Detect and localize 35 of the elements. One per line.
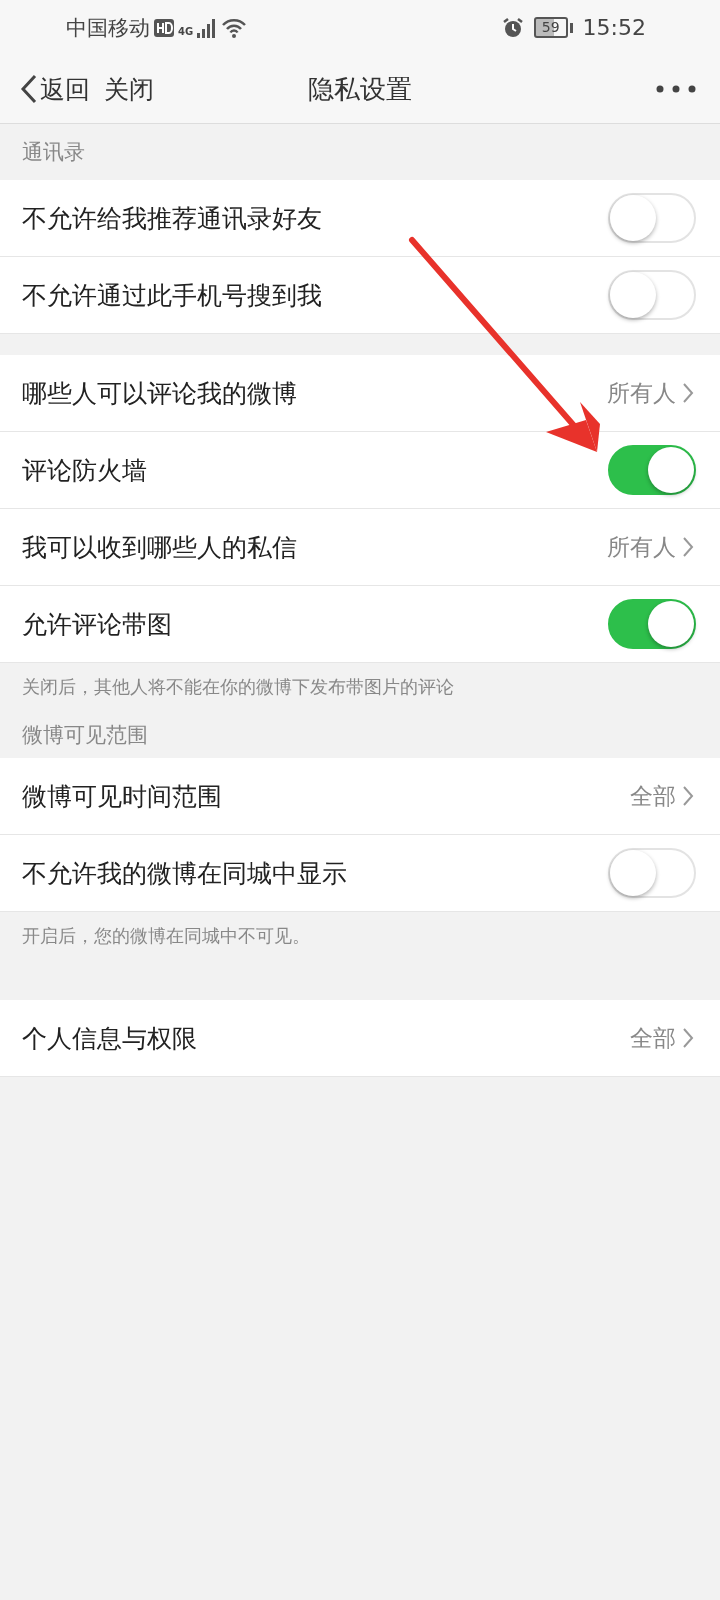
- setting-value[interactable]: 全部: [630, 1022, 694, 1054]
- back-button[interactable]: 返回: [20, 72, 90, 106]
- setting-value[interactable]: 所有人: [607, 531, 694, 563]
- chevron-icon: [682, 536, 694, 558]
- more-icon[interactable]: [656, 85, 696, 93]
- section-note: 关闭后，其他人将不能在你的微博下发布带图片的评论: [22, 675, 454, 699]
- setting-label: 不允许通过此手机号搜到我: [22, 279, 323, 312]
- setting-label: 不允许给我推荐通讯录好友: [22, 202, 323, 235]
- close-button[interactable]: 关闭: [104, 72, 154, 106]
- carrier-name: 中国移动: [66, 14, 150, 42]
- page-title: 隐私设置: [308, 72, 412, 106]
- toggle-switch[interactable]: [608, 599, 696, 649]
- setting-label: 评论防火墙: [22, 454, 148, 487]
- setting-label: 哪些人可以评论我的微博: [22, 377, 298, 410]
- setting-value[interactable]: 所有人: [607, 377, 694, 409]
- section-header: 通讯录: [22, 139, 85, 166]
- section-note: 开启后，您的微博在同城中不可见。: [22, 924, 310, 948]
- network-type: 4G: [178, 25, 194, 37]
- setting-value[interactable]: 全部: [630, 780, 694, 812]
- hd-icon: [154, 18, 174, 37]
- chevron-icon: [682, 1027, 694, 1049]
- setting-label: 我可以收到哪些人的私信: [22, 531, 298, 564]
- signal-icon: [197, 17, 218, 38]
- section-header: 微博可见范围: [22, 721, 148, 749]
- back-chevron-icon: [20, 74, 38, 104]
- setting-label: 允许评论带图: [22, 608, 173, 641]
- alarm-icon: [501, 16, 524, 39]
- setting-label: 个人信息与权限: [22, 1022, 198, 1055]
- toggle-switch[interactable]: [608, 445, 696, 495]
- setting-label: 不允许我的微博在同城中显示: [22, 857, 348, 890]
- clock-time: 15:52: [582, 15, 646, 40]
- chevron-icon: [682, 382, 694, 404]
- chevron-icon: [682, 785, 694, 807]
- wifi-icon: [221, 17, 248, 38]
- setting-label: 微博可见时间范围: [22, 780, 223, 813]
